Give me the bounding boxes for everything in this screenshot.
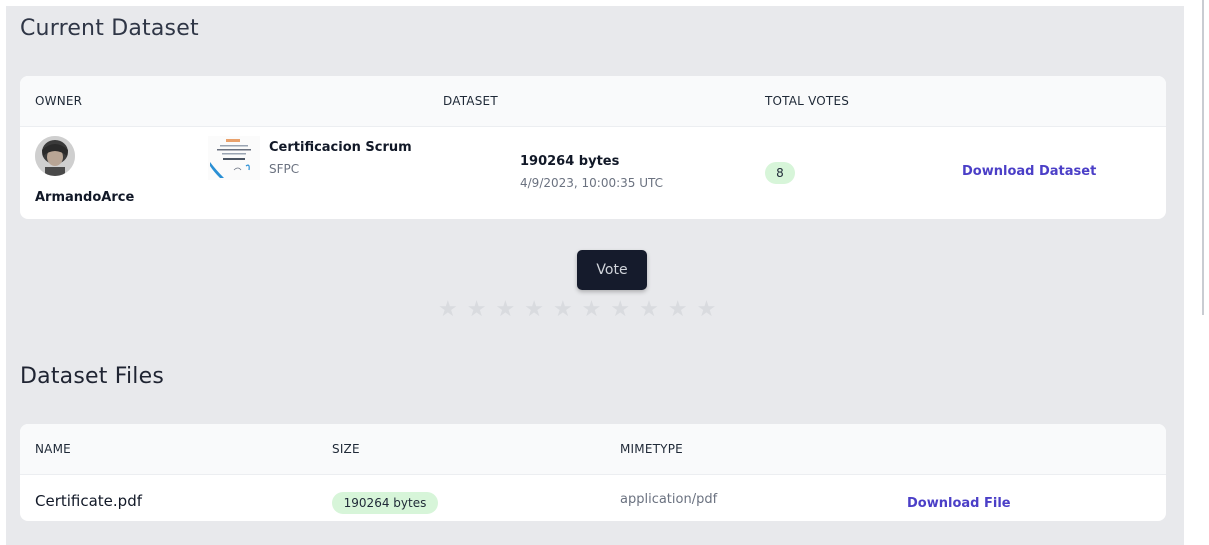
page: Current Dataset OWNER DATASET TOTAL VOTE… [0, 0, 1209, 545]
dataset-name: Certificacion Scrum [269, 140, 412, 155]
owner-avatar [35, 136, 75, 176]
table-header: NAME SIZE MIMETYPE [20, 424, 1166, 475]
scrollbar[interactable] [1202, 0, 1204, 315]
dataset-files-table: NAME SIZE MIMETYPE Certificate.pdf 19026… [20, 424, 1166, 521]
download-dataset-link[interactable]: Download Dataset [962, 164, 1096, 179]
dataset-thumbnail [208, 136, 260, 180]
owner-name: ArmandoArce [35, 190, 135, 205]
file-mimetype: application/pdf [620, 492, 718, 507]
main-content: Current Dataset OWNER DATASET TOTAL VOTE… [6, 6, 1184, 545]
total-votes-badge: 8 [765, 162, 795, 184]
dataset-files-title: Dataset Files [20, 364, 165, 389]
certificate-thumbnail-image [208, 136, 260, 180]
star-icon[interactable]: ★ [438, 293, 458, 327]
dataset-organization: SFPC [269, 162, 300, 176]
dataset-size: 190264 bytes [520, 154, 620, 169]
avatar-portrait-image [35, 136, 75, 176]
file-name: Certificate.pdf [35, 492, 143, 510]
star-icon[interactable]: ★ [582, 293, 602, 327]
current-dataset-table: OWNER DATASET TOTAL VOTES ArmandoArce Ce… [20, 76, 1166, 219]
star-icon[interactable]: ★ [467, 293, 487, 327]
column-header-dataset: DATASET [443, 94, 498, 108]
column-header-owner: OWNER [35, 94, 83, 108]
star-icon[interactable]: ★ [495, 293, 515, 327]
column-header-size: SIZE [332, 442, 360, 456]
star-icon[interactable]: ★ [553, 293, 573, 327]
file-size-badge: 190264 bytes [332, 492, 438, 514]
star-icon[interactable]: ★ [639, 293, 659, 327]
star-icon[interactable]: ★ [697, 293, 717, 327]
download-file-link[interactable]: Download File [907, 496, 1011, 511]
column-header-name: NAME [35, 442, 71, 456]
current-dataset-title: Current Dataset [20, 16, 199, 41]
vote-button[interactable]: Vote [577, 250, 647, 290]
star-icon[interactable]: ★ [668, 293, 688, 327]
dataset-timestamp: 4/9/2023, 10:00:35 UTC [520, 176, 664, 190]
star-rating[interactable]: ★ ★ ★ ★ ★ ★ ★ ★ ★ ★ [438, 293, 716, 327]
table-header: OWNER DATASET TOTAL VOTES [20, 76, 1166, 127]
star-icon[interactable]: ★ [524, 293, 544, 327]
column-header-mimetype: MIMETYPE [620, 442, 683, 456]
column-header-total-votes: TOTAL VOTES [765, 94, 850, 108]
star-icon[interactable]: ★ [610, 293, 630, 327]
